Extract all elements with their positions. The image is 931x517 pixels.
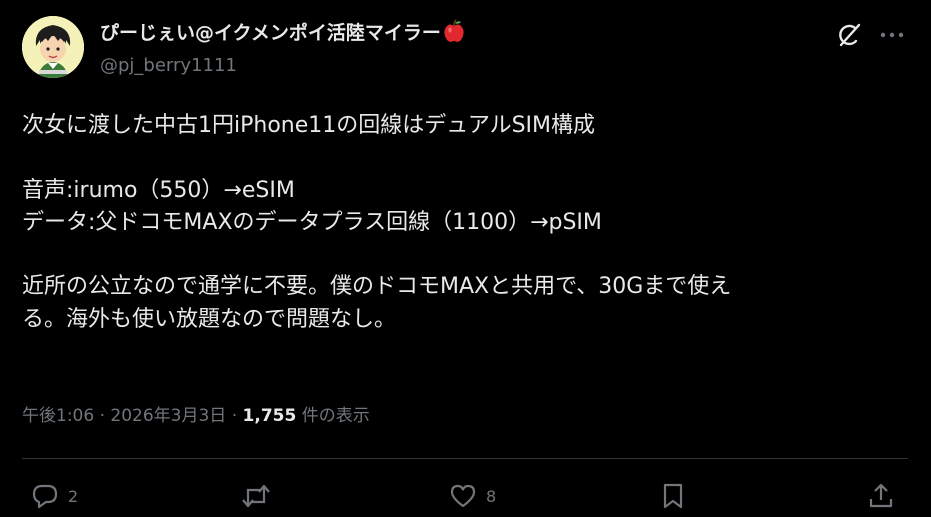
avatar[interactable]	[22, 16, 84, 78]
avatar-illustration	[22, 16, 84, 78]
like-count: 8	[486, 486, 497, 506]
author-handle[interactable]: @pj_berry1111	[100, 53, 237, 79]
repost-icon	[240, 481, 272, 511]
post-text-blank-line	[22, 142, 892, 174]
like-button[interactable]: 8	[448, 478, 496, 514]
views-count: 1,755	[242, 406, 297, 426]
grok-icon[interactable]	[836, 22, 862, 48]
author-name-text: ぴーじぇい@イクメンポイ活陸マイラー	[100, 22, 441, 44]
author-display-name[interactable]: ぴーじぇい@イクメンポイ活陸マイラー	[100, 19, 465, 51]
share-button[interactable]	[866, 478, 896, 514]
post-text-line: 音声:irumo（550）→eSIM	[22, 177, 295, 203]
post-text-line: データ:父ドコモMAXのデータプラス回線（1100）→pSIM	[22, 209, 602, 235]
divider	[22, 458, 908, 459]
post-text-line: 近所の公立なので通学に不要。僕のドコモMAXと共用で、30Gまで使え	[22, 274, 732, 300]
reply-count: 2	[68, 486, 79, 506]
meta-separator: ·	[231, 406, 238, 426]
post-date[interactable]: 2026年3月3日	[110, 406, 226, 426]
post-meta: 午後1:06 · 2026年3月3日 · 1,755 件の表示	[22, 403, 370, 429]
post-text: 次女に渡した中古1円iPhone11の回線はデュアルSIM構成 音声:irumo…	[22, 110, 892, 336]
reply-button[interactable]: 2	[30, 478, 78, 514]
bookmark-icon	[658, 481, 688, 511]
repost-button[interactable]	[240, 478, 280, 514]
bookmark-button[interactable]	[658, 478, 688, 514]
views-label: 件の表示	[301, 406, 370, 426]
apple-emoji-icon	[443, 19, 465, 51]
post-text-line: る。海外も使い放題なので問題なし。	[22, 306, 397, 332]
post-text-line: 次女に渡した中古1円iPhone11の回線はデュアルSIM構成	[22, 113, 596, 138]
post-detail: ぴーじぇい@イクメンポイ活陸マイラー @pj_berry1111 次女に渡した中…	[0, 0, 931, 517]
more-icon[interactable]	[879, 24, 905, 46]
post-time[interactable]: 午後1:06	[22, 406, 94, 426]
post-text-blank-line	[22, 239, 892, 271]
share-icon	[866, 481, 896, 511]
reply-icon	[30, 481, 60, 511]
meta-separator: ·	[99, 406, 105, 426]
heart-icon	[448, 481, 478, 511]
